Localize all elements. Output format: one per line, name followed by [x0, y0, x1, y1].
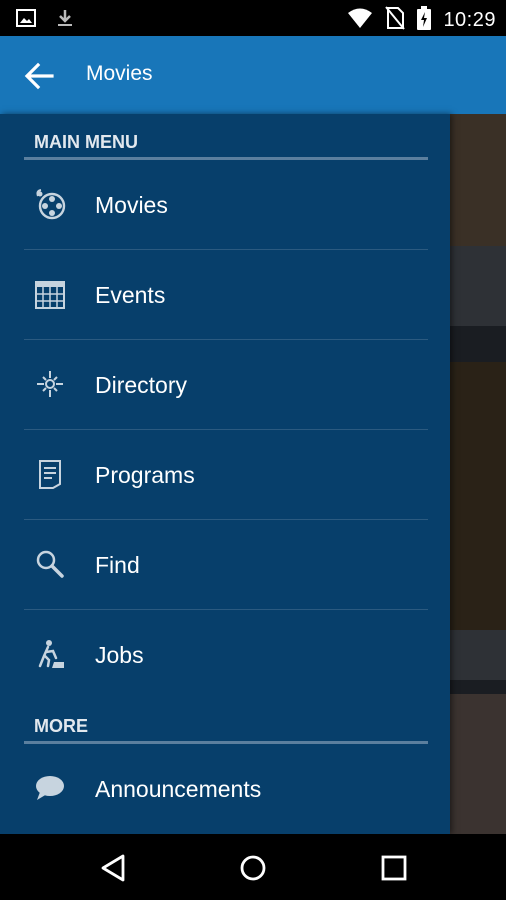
menu-item-directory[interactable]: Directory — [24, 340, 428, 430]
status-bar: 10:29 — [0, 0, 506, 36]
battery-charging-icon — [417, 6, 432, 35]
menu-item-label: Events — [95, 282, 166, 308]
arrow-back-icon — [24, 62, 54, 90]
app-bar: Movies — [0, 36, 506, 114]
poster-strip — [450, 630, 506, 680]
recents-square-icon — [381, 855, 407, 881]
navigation-drawer: MAIN MENU Movies Events Directory Progra… — [0, 114, 450, 834]
back-triangle-icon — [101, 854, 125, 882]
menu-item-find[interactable]: Find — [24, 520, 428, 610]
calendar-icon — [34, 278, 66, 310]
download-icon — [56, 8, 74, 33]
more-header: MORE — [24, 700, 428, 744]
search-icon — [34, 548, 66, 580]
wifi-icon — [347, 7, 373, 34]
poster-image — [450, 694, 506, 834]
poster-image — [450, 114, 506, 246]
home-circle-icon — [240, 855, 266, 881]
image-icon — [16, 9, 36, 32]
menu-item-label: Directory — [95, 372, 188, 398]
compass-icon — [34, 368, 66, 400]
chat-bubble-icon — [34, 772, 66, 804]
section-title: MORE — [34, 716, 88, 736]
menu-item-jobs[interactable]: Jobs — [24, 610, 428, 700]
menu-item-announcements[interactable]: Announcements — [24, 744, 428, 834]
back-button[interactable] — [22, 58, 58, 94]
poster-image — [450, 362, 506, 630]
worker-icon — [34, 638, 66, 670]
document-icon — [34, 458, 66, 490]
main-menu-header: MAIN MENU — [24, 116, 428, 160]
menu-item-label: Jobs — [95, 642, 144, 668]
menu-item-label: Announcements — [95, 776, 262, 802]
nav-back-button[interactable] — [98, 852, 130, 884]
menu-item-label: Programs — [95, 462, 195, 488]
nav-recents-button[interactable] — [378, 852, 410, 884]
background-content — [450, 114, 506, 834]
nav-home-button[interactable] — [237, 852, 269, 884]
menu-item-label: Movies — [95, 192, 168, 218]
menu-item-label: Find — [95, 552, 140, 578]
status-time: 10:29 — [443, 9, 496, 31]
menu-item-events[interactable]: Events — [24, 250, 428, 340]
section-title: MAIN MENU — [34, 132, 138, 152]
menu-item-programs[interactable]: Programs — [24, 430, 428, 520]
navigation-bar — [0, 834, 506, 900]
menu-item-movies[interactable]: Movies — [24, 160, 428, 250]
no-sim-icon — [385, 6, 406, 35]
poster-strip — [450, 246, 506, 326]
film-reel-icon — [34, 188, 66, 220]
page-title: Movies — [86, 62, 153, 85]
